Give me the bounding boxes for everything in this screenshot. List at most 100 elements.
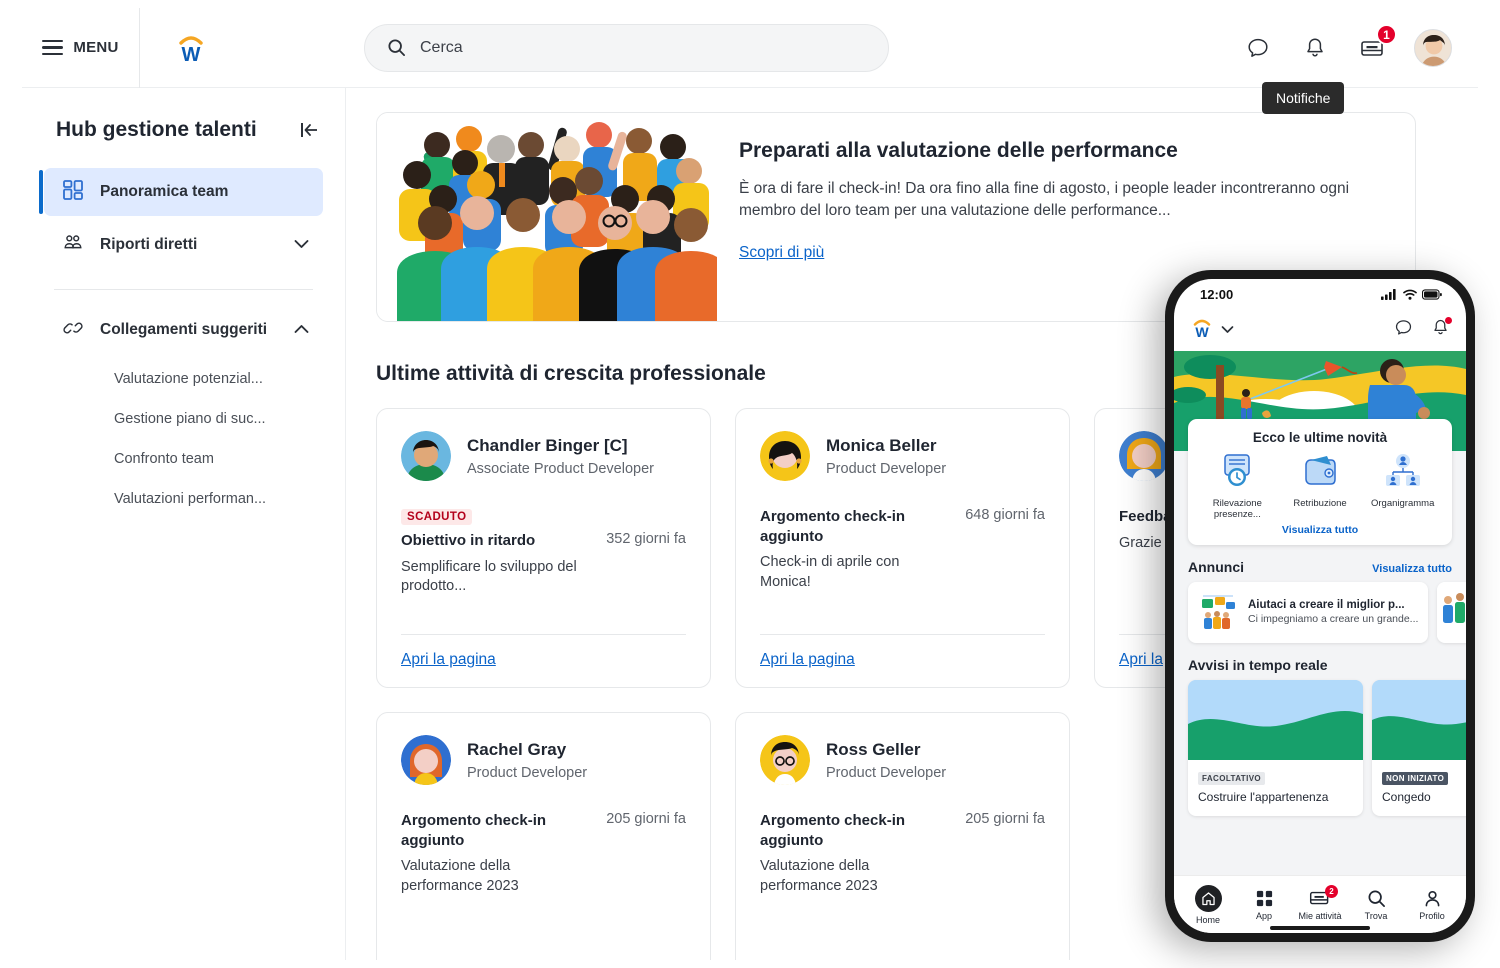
announcements-view-all-link[interactable]: Visualizza tutto	[1372, 563, 1452, 575]
sidebar-link-valutazione-potenziale[interactable]: Valutazione potenzial...	[44, 359, 323, 399]
activity-time: 352 giorni fa	[606, 531, 686, 547]
announcement-item[interactable]: Aiutaci a creare il miglior p... Ci impe…	[1188, 581, 1428, 643]
avatar	[1119, 431, 1169, 481]
realtime-alerts-section: Avvisi in tempo reale FACOLTATIVO Costru	[1188, 657, 1466, 816]
quick-action-rilevazione-presenze[interactable]: Rilevazione presenze...	[1198, 453, 1277, 521]
bell-icon[interactable]	[1431, 317, 1452, 342]
avatar	[401, 735, 451, 785]
apri-la-pagina-link[interactable]: Apri la	[1119, 651, 1163, 668]
chevron-up-icon[interactable]	[294, 321, 309, 339]
card-person-name: Monica Beller	[826, 435, 937, 455]
activity-title: Argomento check-in aggiunto	[401, 812, 547, 849]
sidebar-item-panoramica-team[interactable]: Panoramica team	[39, 168, 323, 216]
activity-card[interactable]: Chandler Binger [C] Associate Product De…	[376, 408, 711, 688]
avatar	[760, 431, 810, 481]
grid-apps-icon	[1256, 890, 1272, 906]
quick-action-organigramma[interactable]: Organigramma	[1363, 453, 1442, 509]
card-footer: Apri la pagina	[760, 634, 1045, 669]
search-input[interactable]: Cerca	[364, 23, 889, 72]
grid-icon	[62, 179, 84, 206]
activity-title: Argomento check-in aggiunto	[760, 508, 906, 545]
collapse-panel-icon[interactable]	[299, 121, 319, 139]
sidebar-link-valutazioni-performance[interactable]: Valutazioni performan...	[44, 479, 323, 519]
sidebar-link-gestione-piano-successione[interactable]: Gestione piano di suc...	[44, 399, 323, 439]
alert-tag: NON INIZIATO	[1382, 771, 1449, 785]
card-person-name: Rachel Gray	[467, 739, 567, 759]
quick-action-retribuzione[interactable]: Retribuzione	[1281, 453, 1360, 509]
top-bar-icon-group: 1	[1243, 8, 1452, 88]
card-person: Chandler Binger [C] Associate Product De…	[401, 431, 686, 481]
tab-app[interactable]: App	[1238, 889, 1290, 921]
workday-logo-icon[interactable]: W	[1190, 316, 1214, 345]
alert-card[interactable]: FACOLTATIVO Costruire l'appartenenza	[1188, 679, 1363, 816]
home-icon	[1194, 884, 1222, 912]
crowd-illustration	[377, 113, 717, 321]
apri-la-pagina-link[interactable]: Apri la pagina	[760, 651, 855, 668]
avatar	[401, 431, 451, 481]
bell-icon[interactable]	[1300, 33, 1330, 63]
alert-card[interactable]: NON INIZIATO Congedo	[1372, 679, 1466, 816]
activity-time: 205 giorni fa	[606, 811, 686, 827]
phone-screen: 12:00 W Ecco le ultime novità Rilevazion…	[1174, 279, 1466, 933]
card-activity: Argomento check-in aggiunto 205 giorni f…	[760, 811, 1045, 896]
sidebar-item-label: Panoramica team	[100, 183, 229, 200]
phone-content[interactable]: Ecco le ultime novità Rilevazione presen…	[1174, 351, 1466, 875]
cellular-signal-icon	[1381, 288, 1396, 300]
activity-description: Check-in di aprile con Monica!	[760, 554, 900, 590]
card-person: Rachel Gray Product Developer	[401, 735, 686, 785]
notification-dot	[1445, 317, 1452, 324]
home-indicator-bar	[1270, 926, 1370, 930]
activity-title: Argomento check-in aggiunto	[760, 812, 906, 849]
alert-tag: FACOLTATIVO	[1198, 771, 1266, 785]
sidebar-group-collegamenti-suggeriti[interactable]: Collegamenti suggeriti	[44, 306, 323, 354]
announcements-title: Annunci	[1188, 558, 1244, 575]
card-footer: Apri la pagina	[401, 634, 686, 669]
top-navigation-bar: MENU W Cerca 1	[22, 8, 1478, 88]
menu-button[interactable]: MENU	[22, 8, 140, 88]
alert-title: Congedo	[1382, 789, 1431, 804]
activity-card[interactable]: Ross Geller Product Developer Argomento …	[735, 712, 1070, 960]
inbox-badge: 1	[1376, 24, 1397, 45]
tab-label: Trova	[1364, 910, 1388, 921]
announcement-item-next[interactable]	[1437, 581, 1466, 643]
search-placeholder-text: Cerca	[420, 38, 463, 56]
scopri-di-piu-link[interactable]: Scopri di più	[739, 244, 824, 262]
activity-card[interactable]: Monica Beller Product Developer Argoment…	[735, 408, 1070, 688]
hamburger-menu-icon	[42, 39, 64, 56]
inbox-icon[interactable]: 1	[1357, 24, 1397, 63]
tab-label: Home	[1195, 914, 1220, 925]
chat-bubble-icon[interactable]	[1394, 318, 1413, 342]
menu-label: MENU	[73, 39, 119, 56]
activity-title: Obiettivo in ritardo	[401, 532, 536, 549]
phone-tab-bar: Home App 2 Mie attività Trova Profilo	[1174, 875, 1466, 933]
tab-mie-attivita[interactable]: 2 Mie attività	[1294, 884, 1346, 921]
chevron-down-icon[interactable]	[294, 236, 309, 254]
tab-profilo[interactable]: Profilo	[1406, 889, 1458, 921]
person-icon	[1425, 890, 1439, 906]
avatar[interactable]	[1414, 29, 1452, 67]
activity-time: 205 giorni fa	[965, 811, 1045, 827]
quick-actions-view-all-link[interactable]: Visualizza tutto	[1198, 524, 1442, 536]
card-activity: Argomento check-in aggiunto 205 giorni f…	[401, 811, 686, 896]
tab-home[interactable]: Home	[1182, 884, 1234, 925]
alert-illustration	[1188, 679, 1363, 760]
people-group-icon	[62, 232, 84, 259]
workday-logo-icon[interactable]: W	[156, 31, 226, 65]
activity-card[interactable]: Rachel Gray Product Developer Argomento …	[376, 712, 711, 960]
org-chart-icon	[1385, 454, 1420, 486]
wallet-icon	[1305, 456, 1336, 485]
search-container: Cerca	[364, 23, 889, 72]
sidebar-link-confronto-team[interactable]: Confronto team	[44, 439, 323, 479]
card-person-role: Associate Product Developer	[467, 461, 654, 478]
chevron-down-icon[interactable]	[1221, 321, 1234, 339]
sidebar: Hub gestione talenti Panoramica team Rip…	[22, 88, 346, 960]
apri-la-pagina-link[interactable]: Apri la pagina	[401, 651, 496, 668]
phone-mockup: 12:00 W Ecco le ultime novità Rilevazion…	[1165, 270, 1475, 942]
sidebar-item-riporti-diretti[interactable]: Riporti diretti	[44, 221, 323, 269]
alert-title: Costruire l'appartenenza	[1198, 789, 1329, 804]
activity-description: Semplificare lo sviluppo del prodotto...	[401, 558, 577, 595]
sidebar-item-label: Riporti diretti	[100, 236, 198, 253]
chat-bubble-icon[interactable]	[1243, 33, 1273, 63]
tab-trova[interactable]: Trova	[1350, 889, 1402, 921]
activity-description: Valutazione della performance 2023	[401, 858, 519, 894]
